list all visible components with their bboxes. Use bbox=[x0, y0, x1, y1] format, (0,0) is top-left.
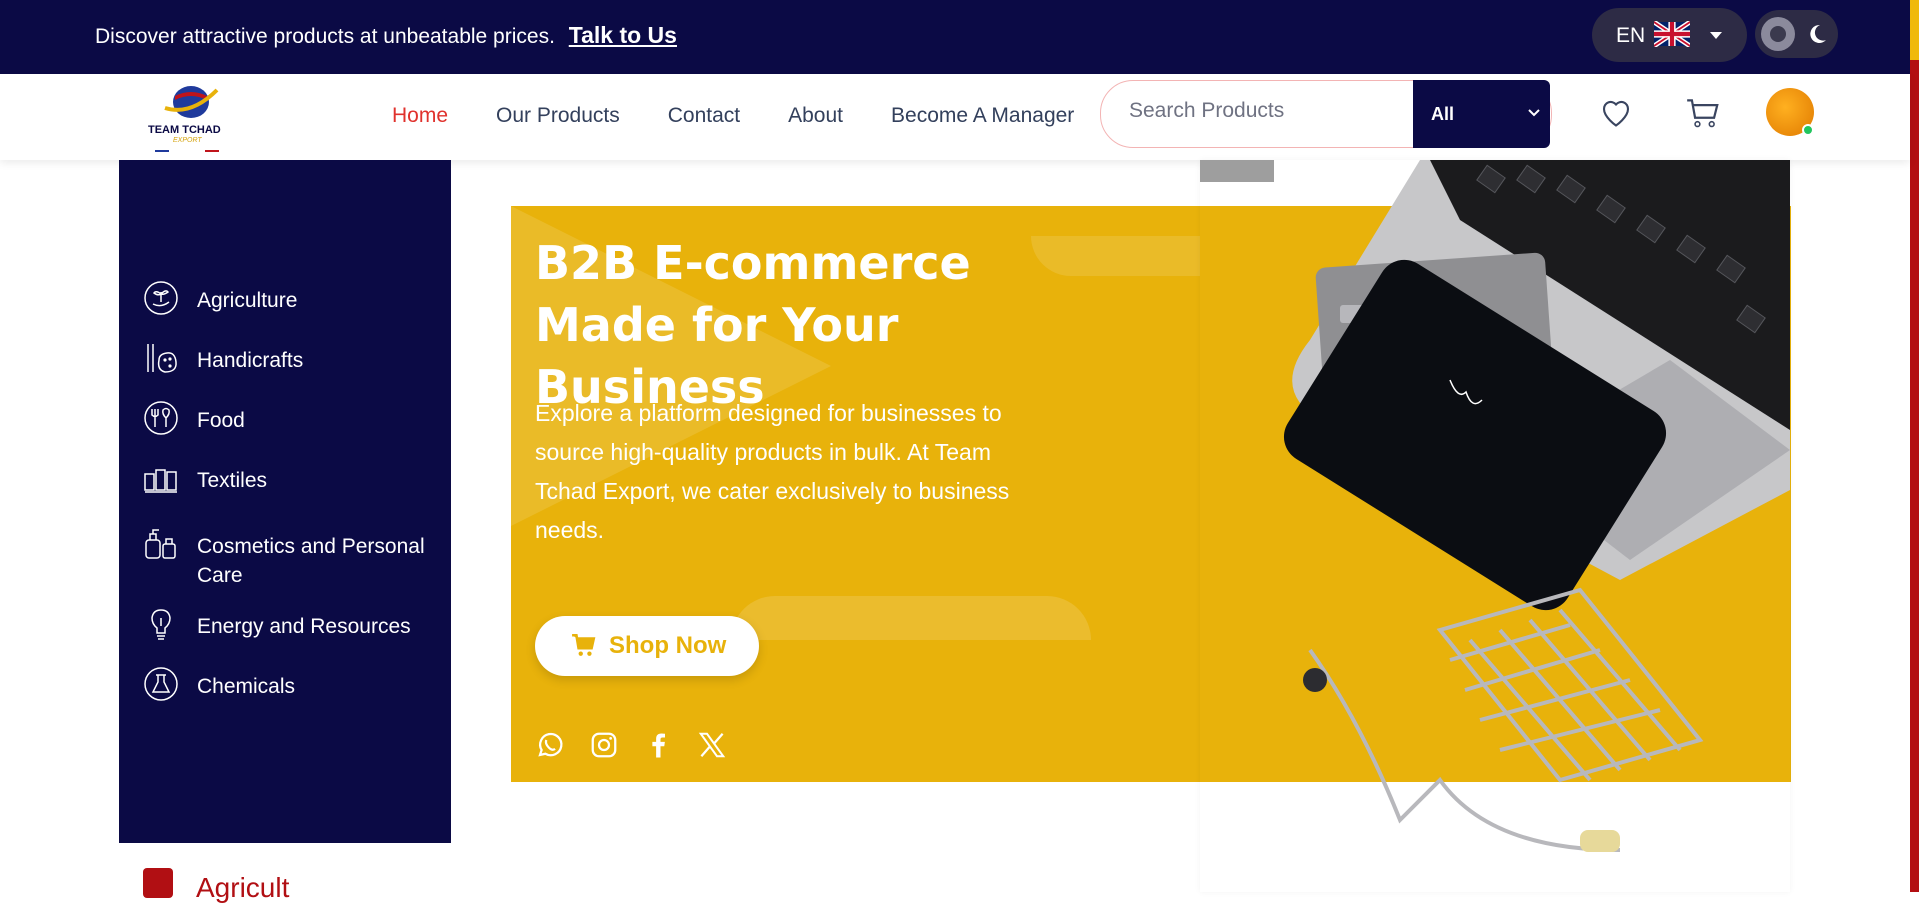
search-input[interactable] bbox=[1127, 98, 1411, 124]
social-links bbox=[535, 730, 727, 760]
shopping-cart-icon bbox=[572, 633, 596, 656]
cart-icon[interactable] bbox=[1683, 94, 1723, 132]
food-icon bbox=[144, 401, 178, 435]
nav-item-contact[interactable]: Contact bbox=[668, 104, 740, 128]
promo-banner: Discover attractive products at unbeatab… bbox=[95, 22, 677, 49]
hero-decor-arc-bottom bbox=[731, 596, 1091, 640]
language-code: EN bbox=[1616, 24, 1646, 47]
category-item-energy[interactable]: Energy and Resources bbox=[143, 606, 411, 642]
facebook-icon[interactable] bbox=[643, 730, 673, 760]
energy-icon bbox=[151, 609, 171, 640]
language-selector[interactable]: EN bbox=[1592, 8, 1747, 62]
promo-text: Discover attractive products at unbeatab… bbox=[95, 25, 555, 48]
logo-name: TEAM TCHAD bbox=[148, 124, 221, 136]
uk-flag-icon bbox=[1654, 21, 1690, 47]
category-dropdown-value: All bbox=[1431, 104, 1455, 124]
logo-line-red bbox=[205, 150, 219, 152]
agriculture-icon bbox=[144, 281, 178, 315]
main-nav: TEAM TCHAD EXPORT Home Our Products Cont… bbox=[0, 74, 1910, 160]
handicrafts-icon bbox=[147, 344, 177, 373]
online-status-indicator bbox=[1802, 124, 1814, 136]
edge-stripe bbox=[1910, 0, 1919, 892]
x-twitter-icon[interactable] bbox=[697, 730, 727, 760]
category-label: Food bbox=[197, 409, 245, 432]
talk-to-us-link[interactable]: Talk to Us bbox=[569, 22, 677, 48]
shop-now-button[interactable]: Shop Now bbox=[535, 616, 759, 676]
nav-item-our-products[interactable]: Our Products bbox=[496, 104, 620, 128]
category-item-cosmetics[interactable]: Cosmetics and Personal Care bbox=[143, 526, 437, 590]
chemicals-icon bbox=[144, 667, 178, 701]
logo-line-blue bbox=[155, 150, 169, 152]
category-label: Cosmetics and Personal Care bbox=[197, 535, 425, 587]
hero-title: B2B E-commerce Made for Your Business bbox=[535, 236, 971, 414]
category-item-food[interactable]: Food bbox=[143, 400, 245, 436]
caret-down-icon bbox=[1710, 32, 1722, 39]
light-mode-icon bbox=[1761, 17, 1795, 51]
chevron-down-icon bbox=[1528, 109, 1540, 117]
top-banner: Discover attractive products at unbeatab… bbox=[0, 0, 1910, 74]
shop-now-label: Shop Now bbox=[609, 632, 727, 659]
nav-menu: Home Our Products Contact About Become A… bbox=[392, 104, 1074, 128]
category-label: Handicrafts bbox=[197, 349, 304, 372]
category-label: Textiles bbox=[197, 469, 268, 492]
nav-item-about[interactable]: About bbox=[788, 104, 843, 128]
nav-item-become-a-manager[interactable]: Become A Manager bbox=[891, 104, 1074, 128]
hero-description: Explore a platform designed for business… bbox=[535, 400, 1010, 543]
user-avatar[interactable] bbox=[1766, 88, 1814, 136]
category-item-chemicals[interactable]: Chemicals bbox=[143, 666, 295, 702]
category-item-agriculture[interactable]: Agriculture bbox=[143, 280, 297, 316]
cosmetics-icon bbox=[145, 529, 176, 559]
category-label: Energy and Resources bbox=[197, 615, 411, 638]
wishlist-heart-icon[interactable] bbox=[1598, 94, 1634, 130]
laptop-phone-cart-illustration bbox=[1200, 160, 1790, 852]
category-dropdown[interactable]: All bbox=[1413, 80, 1550, 148]
category-item-textiles[interactable]: Textiles bbox=[143, 460, 267, 496]
instagram-icon[interactable] bbox=[589, 730, 619, 760]
textiles-icon bbox=[144, 469, 177, 493]
logo-subtitle: EXPORT bbox=[173, 137, 202, 144]
category-sidebar: Agriculture Handicrafts Food Textiles Co… bbox=[119, 160, 451, 843]
section-heading: Agricult bbox=[196, 872, 290, 903]
category-label: Agriculture bbox=[197, 289, 298, 312]
moon-icon bbox=[1810, 24, 1826, 43]
theme-toggle[interactable] bbox=[1755, 10, 1838, 58]
category-item-handicrafts[interactable]: Handicrafts bbox=[143, 340, 303, 376]
whatsapp-icon[interactable] bbox=[535, 730, 565, 760]
logo[interactable]: TEAM TCHAD EXPORT bbox=[145, 80, 235, 152]
hero-product-image bbox=[1200, 160, 1790, 892]
nav-item-home[interactable]: Home bbox=[392, 104, 448, 128]
globe-logo-icon bbox=[164, 86, 219, 118]
section-marker bbox=[143, 868, 173, 898]
category-label: Chemicals bbox=[197, 675, 296, 698]
